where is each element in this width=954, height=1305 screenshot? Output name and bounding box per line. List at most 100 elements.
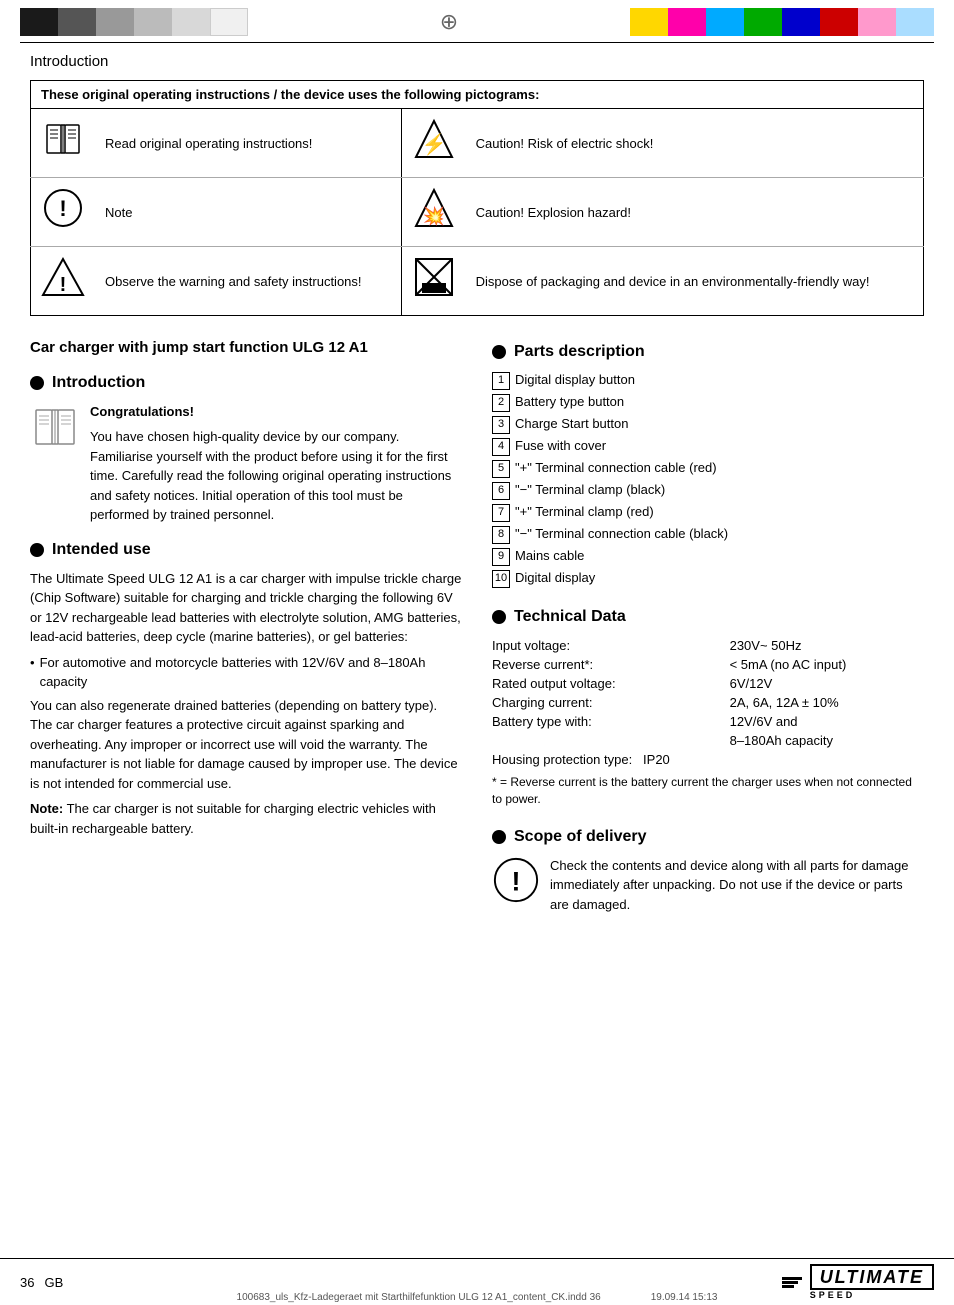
part-num-5: 5	[492, 460, 510, 478]
parts-title: Parts description	[514, 343, 645, 361]
pictogram-row-3: ! Observe the warning and safety instruc…	[31, 247, 924, 316]
part-text-5: "+" Terminal connection cable (red)	[515, 459, 717, 477]
part-text-9: Mains cable	[515, 547, 584, 565]
scope-text: Check the contents and device along with…	[550, 856, 924, 915]
scope-exclaim-icon: !	[492, 856, 540, 915]
tech-value-2: < 5mA (no AC input)	[730, 655, 924, 674]
intended-para2: You can also regenerate drained batterie…	[30, 696, 462, 794]
tech-label-3: Rated output voltage:	[492, 674, 730, 693]
color-bar: ⊕	[0, 0, 954, 40]
swatch-blue	[782, 8, 820, 36]
country-code: GB	[44, 1275, 63, 1290]
part-item-7: 7 "+" Terminal clamp (red)	[492, 503, 924, 522]
tech-row-2: Reverse current*: < 5mA (no AC input)	[492, 655, 924, 674]
tech-note: * = Reverse current is the battery curre…	[492, 774, 924, 808]
intended-bullet-text: For automotive and motorcycle batteries …	[40, 653, 462, 692]
date-info-text: 19.09.14 15:13	[651, 1292, 718, 1303]
scope-bullet	[492, 830, 506, 844]
parts-bullet	[492, 345, 506, 359]
tech-value-6: 8–180Ah capacity	[730, 731, 924, 750]
tech-data-header: Technical Data	[492, 608, 924, 626]
part-item-10: 10 Digital display	[492, 569, 924, 588]
swatch-dark	[58, 8, 96, 36]
part-num-6: 6	[492, 482, 510, 500]
intro-book-icon	[30, 402, 80, 525]
part-text-1: Digital display button	[515, 371, 635, 389]
introduction-text: Congratulations! You have chosen high-qu…	[90, 402, 462, 525]
part-text-7: "+" Terminal clamp (red)	[515, 503, 654, 521]
swatch-white	[210, 8, 248, 36]
pictogram-text-1-right: Caution! Risk of electric shock!	[466, 109, 924, 178]
introduction-title: Introduction	[52, 374, 145, 392]
warning-triangle-icon: !	[31, 247, 96, 316]
tech-label-4: Charging current:	[492, 693, 730, 712]
part-text-4: Fuse with cover	[515, 437, 606, 455]
intended-bullet-point: • For automotive and motorcycle batterie…	[30, 653, 462, 692]
right-color-swatches	[630, 8, 934, 36]
part-item-2: 2 Battery type button	[492, 393, 924, 412]
two-column-layout: Car charger with jump start function ULG…	[30, 338, 924, 914]
pictogram-text-3-left: Observe the warning and safety instructi…	[95, 247, 401, 316]
part-text-3: Charge Start button	[515, 415, 628, 433]
introduction-header: Introduction	[30, 374, 462, 392]
pictogram-header-row: These original operating instructions / …	[31, 81, 924, 109]
product-title: Car charger with jump start function ULG…	[30, 338, 462, 358]
intended-use-body: The Ultimate Speed ULG 12 A1 is a car ch…	[30, 569, 462, 839]
intended-use-title: Intended use	[52, 541, 151, 559]
introduction-body: You have chosen high-quality device by o…	[90, 429, 451, 522]
swatch-yellow	[630, 8, 668, 36]
scope-block: ! Check the contents and device along wi…	[492, 856, 924, 915]
pictogram-header-text: These original operating instructions / …	[31, 81, 924, 109]
intended-para1: The Ultimate Speed ULG 12 A1 is a car ch…	[30, 569, 462, 647]
parts-list: 1 Digital display button 2 Battery type …	[492, 371, 924, 588]
swatch-lt-blue	[896, 8, 934, 36]
swatch-cyan	[706, 8, 744, 36]
tech-bullet	[492, 610, 506, 624]
tech-housing: Housing protection type: IP20	[492, 750, 924, 769]
swatch-light1	[134, 8, 172, 36]
crosshair-center: ⊕	[268, 9, 630, 35]
book-icon	[31, 109, 96, 178]
swatch-red	[820, 8, 858, 36]
part-text-2: Battery type button	[515, 393, 624, 411]
parts-header: Parts description	[492, 343, 924, 361]
page-number: 36	[20, 1275, 34, 1290]
part-num-3: 3	[492, 416, 510, 434]
part-num-4: 4	[492, 438, 510, 456]
part-item-9: 9 Mains cable	[492, 547, 924, 566]
part-item-6: 6 "−" Terminal clamp (black)	[492, 481, 924, 500]
pictogram-table: These original operating instructions / …	[30, 80, 924, 316]
swatch-mid	[96, 8, 134, 36]
svg-text:!: !	[60, 274, 67, 296]
electric-icon: ⚡	[401, 109, 466, 178]
svg-text:💥: 💥	[422, 205, 444, 227]
svg-text:!: !	[512, 866, 521, 896]
tech-label-1: Input voltage:	[492, 636, 730, 655]
part-text-8: "−" Terminal connection cable (black)	[515, 525, 728, 543]
explosion-icon: 💥	[401, 178, 466, 247]
pictogram-text-2-right: Caution! Explosion hazard!	[466, 178, 924, 247]
scope-body: Check the contents and device along with…	[550, 858, 908, 912]
recycle-icon	[401, 247, 466, 316]
tech-title: Technical Data	[514, 608, 626, 626]
brand-sub-text: SPEED	[810, 1290, 934, 1300]
tech-row-3: Rated output voltage: 6V/12V	[492, 674, 924, 693]
part-item-1: 1 Digital display button	[492, 371, 924, 390]
tech-value-4: 2A, 6A, 12A ± 10%	[730, 693, 924, 712]
pictogram-text-3-right: Dispose of packaging and device in an en…	[466, 247, 924, 316]
intended-note-text: The car charger is not suitable for char…	[30, 801, 436, 836]
scope-header: Scope of delivery	[492, 828, 924, 846]
exclamation-icon: !	[31, 178, 96, 247]
part-item-5: 5 "+" Terminal connection cable (red)	[492, 459, 924, 478]
tech-label-5: Battery type with:	[492, 712, 730, 731]
part-num-7: 7	[492, 504, 510, 522]
file-info-text: 100683_uls_Kfz-Ladegeraet mit Starthilfe…	[237, 1292, 601, 1303]
intended-use-bullet	[30, 543, 44, 557]
swatch-pink	[858, 8, 896, 36]
tech-data-table: Input voltage: 230V~ 50Hz Reverse curren…	[492, 636, 924, 769]
part-num-9: 9	[492, 548, 510, 566]
tech-value-5: 12V/6V and	[730, 712, 924, 731]
pictogram-text-1-left: Read original operating instructions!	[95, 109, 401, 178]
footer-file-info: 100683_uls_Kfz-Ladegeraet mit Starthilfe…	[237, 1292, 718, 1303]
pictogram-row-1: Read original operating instructions! ⚡ …	[31, 109, 924, 178]
